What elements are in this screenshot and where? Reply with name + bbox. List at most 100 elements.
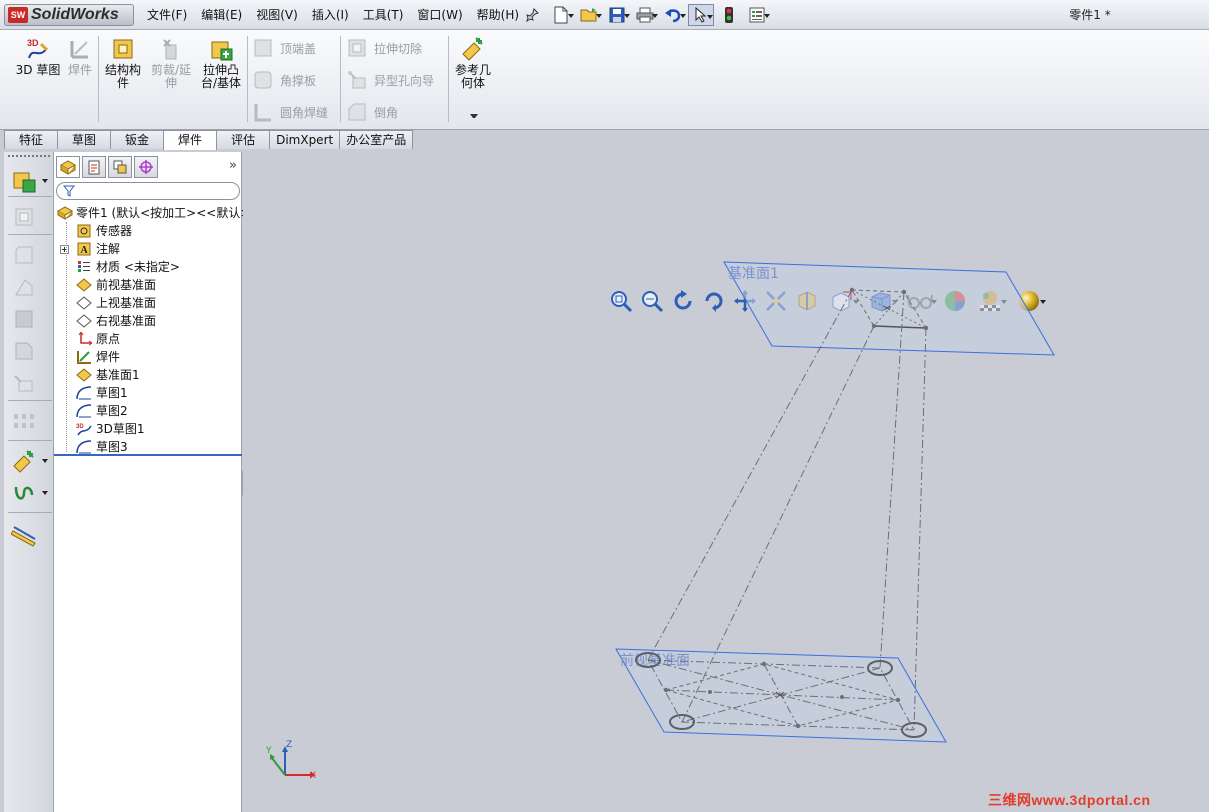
tree-filter-input[interactable] (56, 182, 240, 200)
end-cap-tool[interactable] (10, 242, 38, 268)
tree-item-front-plane[interactable]: 前视基准面 (54, 276, 242, 294)
reference-geometry-button[interactable]: 参考几 何体 (452, 36, 494, 90)
feature-tree-icon (60, 160, 76, 175)
hide-show-button[interactable] (863, 288, 899, 314)
chamfer-button[interactable]: 倒角 (346, 100, 398, 124)
tab-sheet-metal[interactable]: 钣金 (110, 130, 165, 149)
tab-dimxpert[interactable]: DimXpert (269, 130, 341, 149)
scene-button[interactable] (972, 288, 1008, 314)
section-view-button[interactable] (762, 288, 790, 314)
trim-tool[interactable] (10, 204, 38, 230)
measure-tool[interactable] (10, 522, 38, 548)
rollback-bar[interactable] (54, 454, 242, 456)
view-settings-button[interactable] (902, 288, 938, 314)
tab-office-products[interactable]: 办公室产品 (339, 130, 414, 149)
tree-item-annotations[interactable]: A 注解 (54, 240, 242, 258)
gusset-button[interactable]: 角撑板 (252, 68, 316, 92)
menu-view[interactable]: 视图(V) (249, 0, 305, 30)
fillet-bead-label: 圆角焊缝 (280, 105, 329, 120)
graphics-area[interactable] (243, 152, 1209, 812)
reference-geometry-label-1: 参考几 (454, 63, 491, 77)
configuration-manager-tab[interactable] (108, 156, 132, 178)
tree-item-material[interactable]: 材质 <未指定> (54, 258, 242, 276)
tab-weldments[interactable]: 焊件 (163, 130, 218, 150)
tree-root-part[interactable]: 零件1 (默认<按加工><<默认> (54, 204, 250, 222)
tree-item-weldment[interactable]: 焊件 (54, 348, 242, 366)
select-button[interactable] (688, 4, 714, 26)
separator (8, 440, 52, 441)
reference-geometry-label-2: 何体 (460, 76, 485, 90)
expand-toggle[interactable] (60, 245, 69, 254)
view-orientation-button[interactable] (793, 288, 821, 314)
more-commands-dropdown[interactable] (470, 114, 478, 121)
dimxpert-manager-tab[interactable] (134, 156, 158, 178)
extrude-boss-icon (211, 41, 233, 61)
feature-tree-tab[interactable] (56, 156, 80, 178)
new-document-button[interactable] (548, 4, 574, 26)
end-cap-button[interactable]: 顶端盖 (252, 36, 316, 60)
zoom-to-fit-button[interactable] (607, 288, 635, 314)
plane-icon (76, 314, 92, 328)
sphere-icon (1019, 291, 1039, 311)
tree-item-sketch1[interactable]: 草图1 (54, 384, 242, 402)
tree-item-top-plane[interactable]: 上视基准面 (54, 294, 242, 312)
tab-features[interactable]: 特征 (4, 130, 59, 149)
extrude-boss-tool[interactable] (10, 168, 48, 194)
fillet-bead-icon (254, 104, 271, 122)
menu-help[interactable]: 帮助(H) (470, 0, 526, 30)
save-button[interactable] (604, 4, 630, 26)
realview-button[interactable] (1011, 288, 1047, 314)
extrude-cut-button[interactable]: 拉伸切除 (346, 36, 422, 60)
weldment-button[interactable]: 焊件 (64, 36, 96, 77)
pattern-tool[interactable] (10, 408, 38, 434)
solidworks-logo[interactable]: SW SolidWorks (4, 4, 134, 26)
undo-button[interactable] (660, 4, 686, 26)
rotate-view-button[interactable] (700, 288, 728, 314)
print-button[interactable] (632, 4, 658, 26)
expand-panel-icon[interactable]: » (229, 158, 237, 173)
options-list-icon (749, 7, 765, 23)
menu-window[interactable]: 窗口(W) (410, 0, 469, 30)
zoom-area-button[interactable] (638, 288, 666, 314)
gusset-tool[interactable] (10, 274, 38, 300)
tree-item-label: 草图1 (96, 386, 128, 400)
traffic-light-icon (725, 7, 733, 23)
reference-geometry-tool[interactable] (10, 448, 48, 474)
hole-wizard-button[interactable]: 异型孔向导 (346, 68, 434, 92)
toolbar-grip[interactable] (8, 155, 50, 159)
menu-file[interactable]: 文件(F) (140, 0, 194, 30)
trim-extend-button[interactable]: 剪裁/延 伸 (148, 36, 194, 90)
tree-item-right-plane[interactable]: 右视基准面 (54, 312, 242, 330)
fillet-bead-tool[interactable] (10, 306, 38, 332)
rebuild-button[interactable] (716, 4, 742, 26)
curves-tool[interactable] (10, 480, 48, 506)
tree-item-3d-sketch1[interactable]: 3D 3D草图1 (54, 420, 242, 438)
tree-item-origin[interactable]: 原点 (54, 330, 242, 348)
structural-member-button[interactable]: 结构构 件 (102, 36, 144, 90)
display-style-button[interactable] (824, 288, 860, 314)
menu-insert[interactable]: 插入(I) (305, 0, 356, 30)
tree-item-sensors[interactable]: 传感器 (54, 222, 242, 240)
tab-sketch[interactable]: 草图 (57, 130, 112, 149)
svg-text:3D: 3D (76, 424, 84, 430)
pan-button[interactable] (731, 288, 759, 314)
title-bar: SW SolidWorks 文件(F) 编辑(E) 视图(V) 插入(I) 工具… (0, 0, 1209, 30)
tab-evaluate[interactable]: 评估 (216, 130, 271, 149)
fillet-bead-button[interactable]: 圆角焊缝 (252, 100, 328, 124)
menu-tools[interactable]: 工具(T) (356, 0, 411, 30)
extrude-boss-button[interactable]: 拉伸凸 台/基体 (198, 36, 244, 90)
tree-item-sketch2[interactable]: 草图2 (54, 402, 242, 420)
hole-wizard-tool[interactable] (10, 370, 38, 396)
gusset-icon (254, 71, 272, 89)
property-manager-tab[interactable] (82, 156, 106, 178)
dimxpert-target-icon (139, 160, 153, 174)
options-button[interactable] (744, 4, 770, 26)
sketch-3d-button[interactable]: 3D 3D 草图 (14, 36, 62, 77)
tree-item-plane1[interactable]: 基准面1 (54, 366, 242, 384)
chamfer-tool[interactable] (10, 338, 38, 364)
open-button[interactable] (576, 4, 602, 26)
appearance-button[interactable] (941, 288, 969, 314)
pin-icon[interactable] (525, 8, 539, 22)
menu-edit[interactable]: 编辑(E) (194, 0, 249, 30)
previous-view-button[interactable] (669, 288, 697, 314)
